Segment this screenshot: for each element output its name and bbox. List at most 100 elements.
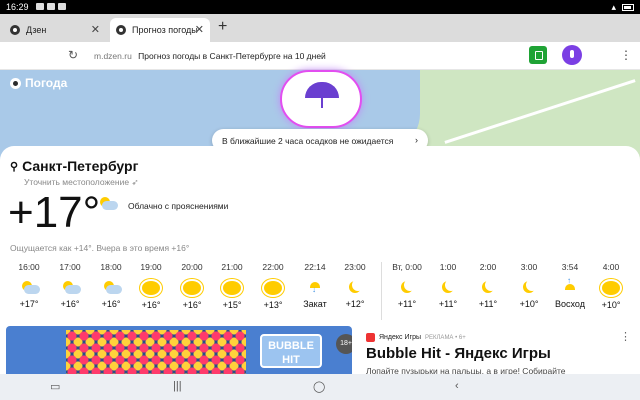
close-icon[interactable]: ✕ — [195, 23, 204, 36]
signal-icon: ▴ — [611, 2, 616, 12]
city-name: Санкт-Петербург — [22, 158, 139, 174]
moon-icon — [398, 279, 416, 294]
hour-item: 21:00 +15° — [212, 262, 252, 310]
tab-bar: Дзен ✕ Прогноз погоды ✕ — [0, 14, 640, 42]
hour-time: 20:00 — [181, 262, 203, 272]
tab-weather[interactable]: Прогноз погоды ✕ — [110, 18, 210, 42]
url-domain: m.dzen.ru — [94, 51, 132, 61]
hour-time: 21:00 — [221, 262, 243, 272]
ad-title[interactable]: Bubble Hit - Яндекс Игры — [366, 345, 551, 362]
sun-icon — [264, 281, 282, 295]
notification-icon — [36, 3, 44, 10]
status-time: 16:29 — [6, 2, 29, 12]
hour-item: 3:00 +10° — [509, 262, 549, 309]
moon-icon — [346, 279, 364, 294]
moon-icon — [520, 279, 538, 294]
hour-temp: +16° — [101, 299, 121, 309]
ad-image[interactable]: BUBBLE HIT 18+ — [6, 326, 352, 374]
url-field[interactable]: m.dzen.ru Прогноз погоды в Санкт-Петербу… — [94, 51, 326, 61]
ad-more-icon[interactable]: ⋮ — [620, 330, 631, 343]
hourly-forecast[interactable]: 16:00 +17° 17:00 +16° 18:00 +16° 19:00 +16° … — [0, 262, 640, 326]
weather-logo-icon — [10, 77, 21, 89]
sunrise-icon — [561, 276, 579, 294]
recent-apps-icon[interactable]: ||| — [173, 380, 182, 392]
hour-temp: +17° — [19, 299, 39, 309]
sunset-icon — [306, 280, 324, 294]
weather-logo-text: Погода — [25, 76, 68, 90]
hour-item: Вт, 0:00 +11° — [387, 262, 427, 309]
hour-temp: +12° — [345, 299, 365, 309]
tab-label: Прогноз погоды — [132, 25, 198, 35]
hour-item: 16:00 +17° — [9, 262, 49, 309]
status-bar: 16:29 ▴ — [0, 0, 640, 14]
refine-location-label: Уточнить местоположение — [24, 177, 130, 187]
tab-label: Дзен — [26, 25, 47, 35]
new-tab-icon[interactable]: + — [218, 18, 227, 36]
refine-location-link[interactable]: Уточнить местоположение ➶ — [24, 177, 139, 188]
hour-time: 22:14 — [304, 262, 326, 272]
battery-icon — [622, 4, 634, 11]
hour-temp: +11° — [397, 299, 417, 309]
screenshot-icon[interactable]: ▭ — [50, 380, 60, 393]
hour-time: 16:00 — [18, 262, 40, 272]
hour-temp: +16° — [182, 300, 202, 310]
globe-icon — [10, 25, 20, 35]
sun-icon — [183, 281, 201, 295]
system-nav-bar: ▭ ||| ◯ ‹ — [0, 374, 640, 400]
hour-time: 4:00 — [602, 262, 620, 272]
hour-time: 3:00 — [520, 262, 538, 272]
more-icon[interactable]: ⋮ — [620, 48, 632, 62]
partly-cloudy-icon — [20, 280, 40, 294]
hour-temp: +11° — [478, 299, 498, 309]
reload-icon[interactable]: ↻ — [68, 48, 78, 62]
age-rating-badge: 18+ — [336, 334, 352, 354]
home-icon[interactable]: ◯ — [313, 380, 325, 393]
moon-icon — [479, 279, 497, 294]
hour-temp: +10° — [601, 300, 621, 310]
hour-item: 22:00 +13° — [253, 262, 293, 310]
hour-time: 1:00 — [439, 262, 457, 272]
hour-time: 2:00 — [479, 262, 497, 272]
hour-time: 23:00 — [344, 262, 366, 272]
current-temperature: +17° — [8, 188, 101, 237]
day-divider — [381, 262, 382, 320]
hour-time: Вт, 0:00 — [392, 262, 422, 272]
partly-cloudy-icon — [98, 196, 126, 214]
hour-time: 18:00 — [100, 262, 122, 272]
hour-item: 17:00 +16° — [50, 262, 90, 309]
weather-logo[interactable]: Погода — [10, 76, 67, 90]
ad-image-logo: BUBBLE HIT — [260, 334, 322, 368]
notification-icon — [58, 3, 66, 10]
tab-dzen[interactable]: Дзен ✕ — [4, 18, 106, 42]
hour-item: 18:00 +16° — [91, 262, 131, 309]
microphone-icon[interactable] — [562, 45, 582, 65]
hour-item: 4:00 +10° — [591, 262, 631, 310]
hour-temp: +13° — [263, 300, 283, 310]
globe-icon — [116, 25, 126, 35]
city-title[interactable]: ⚲ Санкт-Петербург — [10, 158, 138, 174]
url-title: Прогноз погоды в Санкт-Петербурге на 10 … — [138, 51, 326, 61]
ad-header: Яндекс Игры РЕКЛАМА • 6+ — [366, 333, 466, 342]
hour-item: 22:14 Закат — [295, 262, 335, 309]
hour-temp: +11° — [438, 299, 458, 309]
back-icon[interactable]: ‹ — [455, 380, 459, 392]
sunrise-label: Восход — [555, 299, 585, 309]
weather-card: ⚲ Санкт-Петербург Уточнить местоположени… — [0, 146, 640, 326]
hour-temp: +16° — [141, 300, 161, 310]
hour-item: 3:54 Восход — [550, 262, 590, 309]
sun-icon — [602, 281, 620, 295]
bubble-game-art — [66, 330, 246, 374]
sun-icon — [142, 281, 160, 295]
ad-source: Яндекс Игры — [379, 334, 421, 341]
lock-icon[interactable] — [529, 46, 547, 64]
sun-icon — [223, 281, 241, 295]
hour-item: 1:00 +11° — [428, 262, 468, 309]
hour-time: 3:54 — [561, 262, 579, 272]
location-arrow-icon: ➶ — [131, 177, 139, 187]
sunset-label: Закат — [303, 299, 327, 309]
ad-marker: РЕКЛАМА • 6+ — [425, 334, 466, 341]
hour-item: 23:00 +12° — [335, 262, 375, 309]
chevron-right-icon: › — [415, 135, 418, 145]
hour-time: 17:00 — [59, 262, 81, 272]
close-icon[interactable]: ✕ — [91, 23, 100, 36]
